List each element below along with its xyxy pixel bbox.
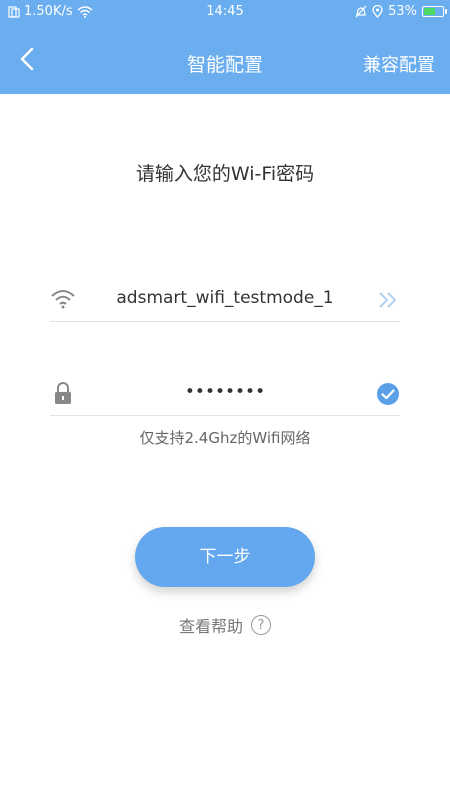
status-right: 53% [355,4,447,19]
password-field[interactable]: •••••••• [50,370,400,416]
help-link[interactable]: 查看帮助 ? [0,613,450,637]
battery-icon [422,6,447,17]
mute-bell-icon [355,5,367,18]
ssid-value: adsmart_wifi_testmode_1 [116,288,334,308]
ssid-field[interactable]: adsmart_wifi_testmode_1 [50,276,400,322]
lock-icon [55,382,71,404]
question-circle-icon: ? [251,615,271,635]
wifi-icon [51,290,75,309]
location-icon [372,5,383,18]
band-hint: 仅支持2.4Ghz的Wifi网络 [139,429,311,447]
battery-percent: 53% [388,4,417,19]
compat-config-button[interactable]: 兼容配置 [363,51,435,77]
nav-bar: 智能配置 兼容配置 [0,24,450,94]
status-bar: 1.50K/s 14:45 53% [0,0,450,24]
check-circle-icon[interactable] [376,382,400,406]
password-value: •••••••• [184,382,266,402]
battery-fill [424,8,435,15]
next-step-button[interactable]: 下一步 [135,527,315,587]
wifi-password-prompt: 请输入您的Wi-Fi密码 [135,163,315,185]
double-chevron-right-icon[interactable] [376,288,400,312]
help-label: 查看帮助 [178,617,243,636]
